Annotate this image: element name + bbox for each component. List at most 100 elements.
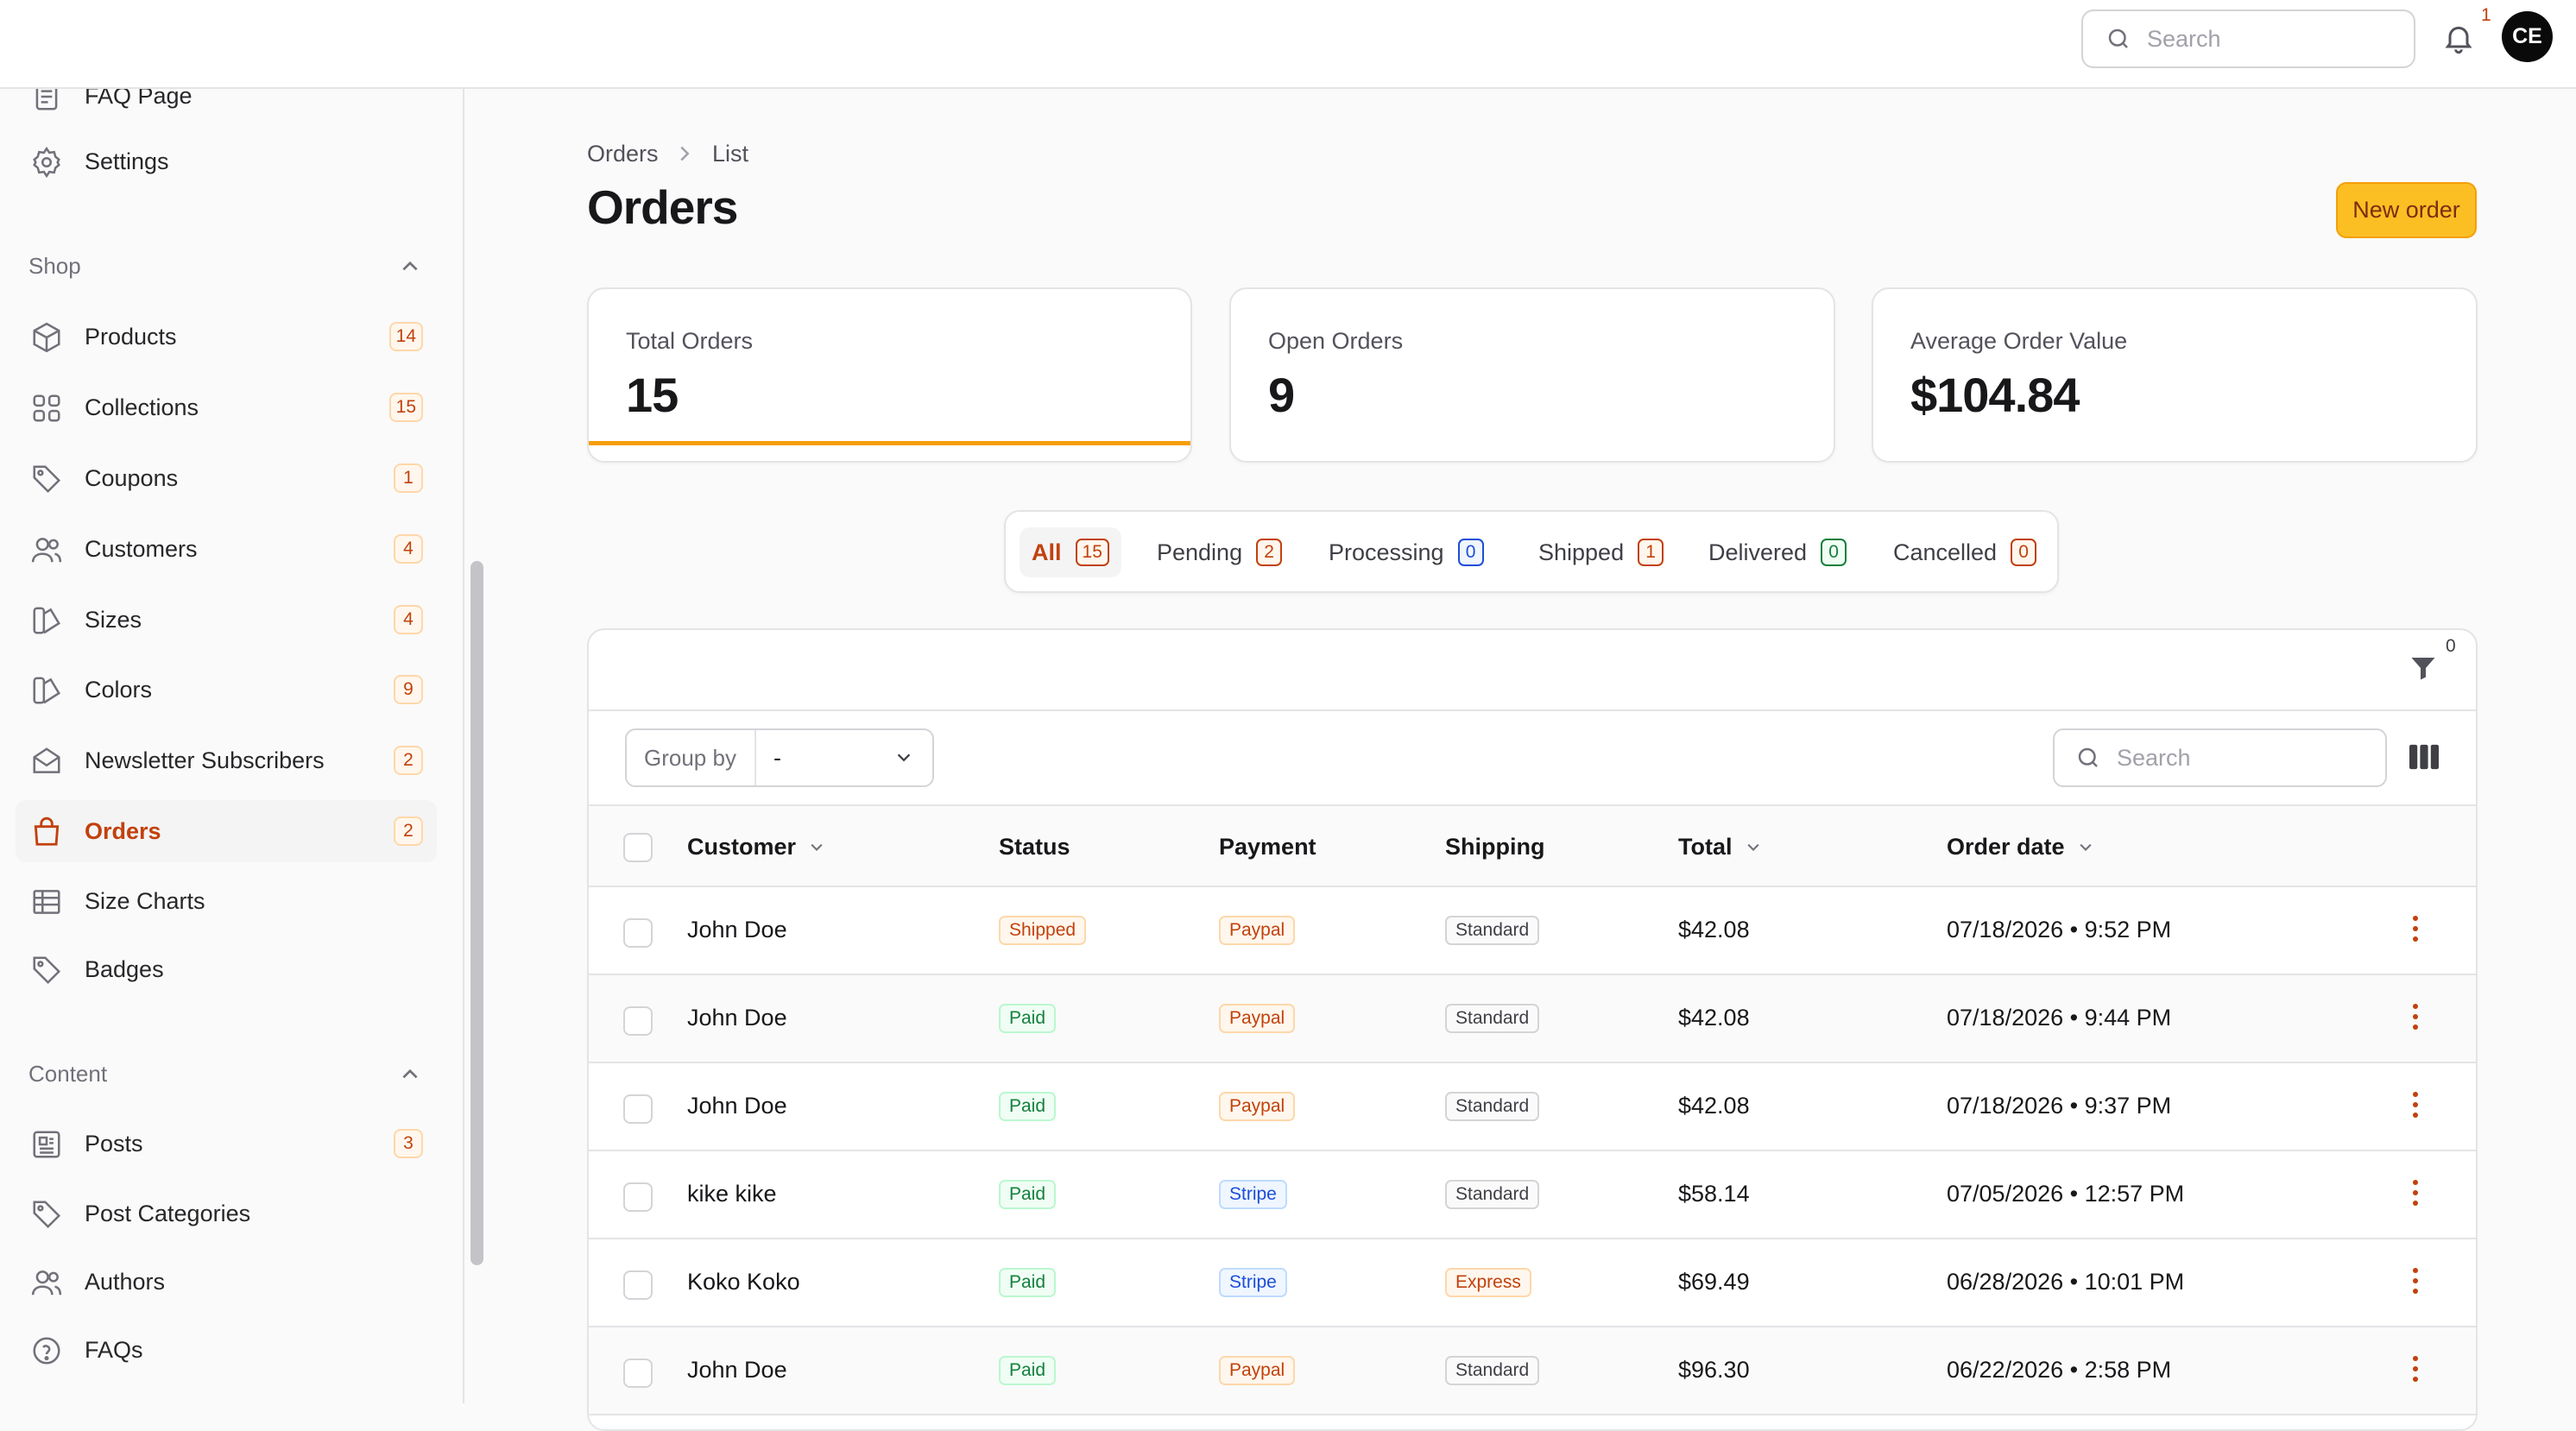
sidebar-item-newsletter-subscribers[interactable]: Newsletter Subscribers 2 <box>16 729 437 791</box>
stat-label: Total Orders <box>626 328 754 354</box>
chevron-up-icon[interactable] <box>399 1066 421 1081</box>
question-icon <box>33 1337 60 1365</box>
group-by-select[interactable]: Group by - <box>625 728 934 787</box>
row-checkbox[interactable] <box>623 1006 653 1036</box>
sidebar-item-count: 2 <box>394 816 423 846</box>
stat-card-total-orders[interactable]: Total Orders 15 <box>587 287 1192 463</box>
sidebar-item-faq-page[interactable]: FAQ Page <box>16 89 437 127</box>
cell-order-date: 07/18/2026 • 9:37 PM <box>1947 1093 2172 1119</box>
cube-icon <box>33 322 60 353</box>
sidebar-item-orders[interactable]: Orders 2 <box>16 800 437 862</box>
sidebar-item-count: 3 <box>394 1129 423 1158</box>
swatch-icon <box>33 607 60 634</box>
sidebar-item-badges[interactable]: Badges <box>16 938 437 1000</box>
more-vertical-icon[interactable] <box>2412 1089 2419 1120</box>
sidebar-item-label: FAQs <box>85 1336 143 1363</box>
tab-cancelled[interactable]: Cancelled 0 <box>1881 527 2049 577</box>
select-all-checkbox[interactable] <box>623 833 653 862</box>
status-badge: Paid <box>999 1356 1057 1385</box>
table-row[interactable]: John Doe Paid Paypal Standard $42.08 07/… <box>589 1063 2476 1151</box>
group-by-label: Group by <box>627 730 756 785</box>
chevron-up-icon[interactable] <box>399 258 421 274</box>
sidebar-item-faqs[interactable]: FAQs <box>16 1319 437 1381</box>
tab-label: All <box>1032 539 1062 565</box>
table-search-input[interactable]: Search <box>2053 728 2387 787</box>
cell-order-date: 06/22/2026 • 2:58 PM <box>1947 1357 2172 1383</box>
stat-active-indicator <box>589 441 1190 445</box>
row-checkbox[interactable] <box>623 1359 653 1388</box>
stat-card-open-orders[interactable]: Open Orders 9 <box>1229 287 1835 463</box>
row-checkbox[interactable] <box>623 1182 653 1212</box>
stat-label: Open Orders <box>1268 328 1404 354</box>
more-vertical-icon[interactable] <box>2412 1001 2419 1032</box>
avatar[interactable]: CE <box>2502 11 2553 62</box>
sidebar-item-label: Posts <box>85 1130 143 1157</box>
table-row[interactable]: John Doe Shipped Paypal Standard $42.08 … <box>589 887 2476 975</box>
sidebar-item-coupons[interactable]: Coupons 1 <box>16 447 437 509</box>
sidebar-item-count: 15 <box>388 393 423 422</box>
tab-pending[interactable]: Pending 2 <box>1145 527 1294 577</box>
more-vertical-icon[interactable] <box>2412 913 2419 944</box>
table-row[interactable]: John Doe Paid Paypal Standard $96.30 06/… <box>589 1327 2476 1415</box>
sidebar-item-settings[interactable]: Settings <box>16 130 437 192</box>
payment-badge: Stripe <box>1219 1268 1287 1297</box>
search-icon <box>2078 747 2098 767</box>
cell-order-date: 07/05/2026 • 12:57 PM <box>1947 1181 2185 1207</box>
column-header-order-date[interactable]: Order date <box>1947 834 2094 860</box>
sidebar-item-size-charts[interactable]: Size Charts <box>16 870 437 932</box>
notification-count: 1 <box>2481 5 2491 25</box>
sidebar-item-collections[interactable]: Collections 15 <box>16 376 437 438</box>
tab-shipped[interactable]: Shipped 1 <box>1526 527 1676 577</box>
columns-icon[interactable] <box>2409 744 2439 770</box>
chevron-down-icon <box>811 843 823 851</box>
row-checkbox[interactable] <box>623 918 653 948</box>
sidebar-item-posts[interactable]: Posts 3 <box>16 1113 437 1175</box>
sidebar-item-colors[interactable]: Colors 9 <box>16 659 437 721</box>
cell-total: $96.30 <box>1678 1357 1750 1383</box>
row-checkbox[interactable] <box>623 1094 653 1124</box>
global-search-input[interactable]: Search <box>2081 9 2415 68</box>
shopping-bag-icon <box>34 816 60 846</box>
cell-customer: John Doe <box>687 1357 787 1383</box>
stat-card-average-order-value[interactable]: Average Order Value $104.84 <box>1872 287 2478 463</box>
new-order-button[interactable]: New order <box>2336 182 2477 238</box>
status-badge: Paid <box>999 1180 1057 1209</box>
filter-count: 0 <box>2446 636 2456 656</box>
sidebar-item-sizes[interactable]: Sizes 4 <box>16 589 437 651</box>
more-vertical-icon[interactable] <box>2412 1265 2419 1296</box>
sidebar-item-products[interactable]: Products 14 <box>16 306 437 368</box>
users-icon <box>31 538 62 563</box>
chevron-right-icon <box>680 146 690 161</box>
column-header-customer[interactable]: Customer <box>687 834 825 860</box>
sidebar-item-post-categories[interactable]: Post Categories <box>16 1182 437 1245</box>
sidebar-scrollbar[interactable] <box>470 561 483 1265</box>
breadcrumb-root[interactable]: Orders <box>587 141 659 167</box>
shipping-badge: Express <box>1445 1268 1531 1297</box>
chevron-down-icon <box>2079 843 2092 851</box>
table-row[interactable]: John Doe Paid Paypal Standard $42.08 07/… <box>589 975 2476 1063</box>
payment-badge: Stripe <box>1219 1180 1287 1209</box>
stat-value: $104.84 <box>1910 368 2080 422</box>
tab-count: 0 <box>1457 539 1484 566</box>
payment-badge: Paypal <box>1219 1356 1296 1385</box>
table-row[interactable]: kike kike Paid Stripe Standard $58.14 07… <box>589 1151 2476 1239</box>
filter-icon[interactable] <box>2408 652 2439 684</box>
tab-all[interactable]: All 15 <box>1020 527 1121 577</box>
more-vertical-icon[interactable] <box>2412 1353 2419 1384</box>
bell-icon[interactable] <box>2441 19 2476 57</box>
shipping-badge: Standard <box>1445 1180 1540 1209</box>
tab-processing[interactable]: Processing 0 <box>1316 527 1496 577</box>
status-badge: Paid <box>999 1268 1057 1297</box>
tag-icon <box>33 465 61 494</box>
sidebar-item-authors[interactable]: Authors <box>16 1251 437 1313</box>
table-row[interactable]: Koko Koko Paid Stripe Express $69.49 06/… <box>589 1239 2476 1327</box>
shipping-badge: Standard <box>1445 1092 1540 1121</box>
sidebar-item-label: Sizes <box>85 606 142 633</box>
column-header-total[interactable]: Total <box>1678 834 1762 860</box>
sidebar-item-customers[interactable]: Customers 4 <box>16 518 437 580</box>
row-checkbox[interactable] <box>623 1270 653 1300</box>
cell-total: $42.08 <box>1678 1005 1750 1031</box>
tab-delivered[interactable]: Delivered 0 <box>1696 527 1859 577</box>
swatch-icon <box>33 677 60 704</box>
more-vertical-icon[interactable] <box>2412 1177 2419 1208</box>
